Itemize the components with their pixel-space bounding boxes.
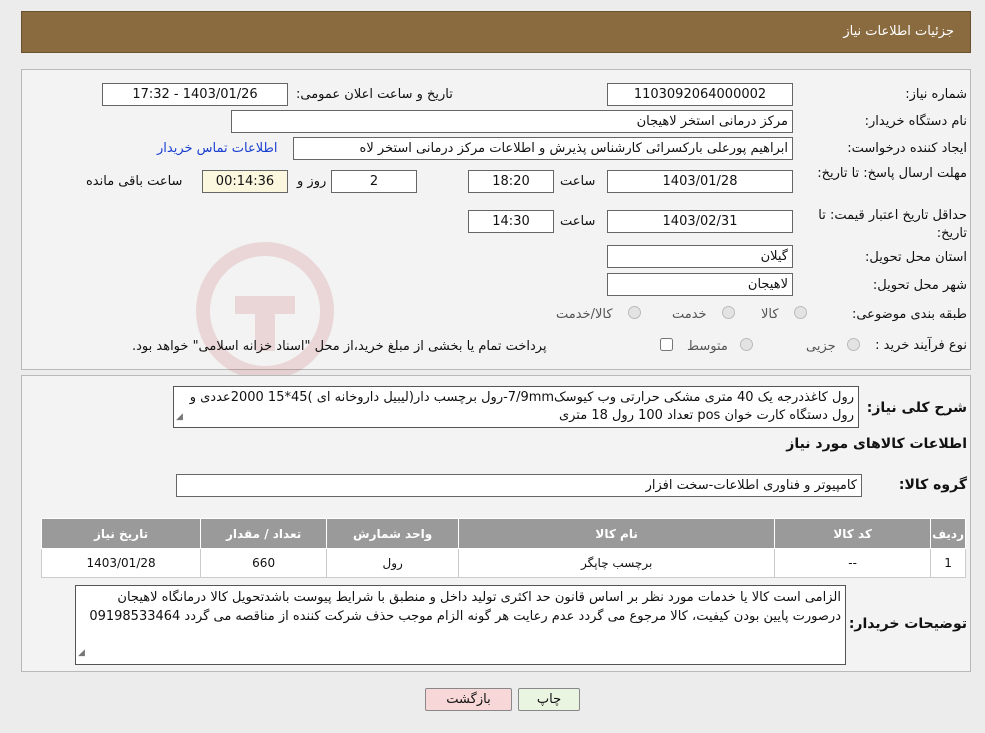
table-row: 1 -- برچسب چاپگر رول 660 1403/01/28	[40, 548, 966, 578]
cell-unit: رول	[326, 548, 460, 578]
goods-table: ردیف کد کالا نام کالا واحد شمارش تعداد /…	[40, 518, 966, 578]
need-number-field: 1103092064000002	[607, 83, 793, 106]
deadline-label: مهلت ارسال پاسخ: تا تاریخ:	[817, 166, 967, 181]
province-field: گیلان	[607, 245, 793, 268]
goods-group-field: کامپیوتر و فناوری اطلاعات-سخت افزار	[176, 474, 862, 497]
cell-row: 1	[930, 548, 966, 578]
city-field: لاهیجان	[607, 273, 793, 296]
city-label: شهر محل تحویل:	[872, 278, 967, 293]
validity-date-field: 1403/02/31	[607, 210, 793, 233]
creator-label: ایجاد کننده درخواست:	[847, 141, 967, 156]
category-label: طبقه بندی موضوعی:	[851, 307, 967, 322]
cell-need-date: 1403/01/28	[40, 548, 202, 578]
cell-quantity: 660	[200, 548, 328, 578]
col-unit: واحد شمارش	[326, 518, 460, 549]
deadline-date-field: 1403/01/28	[607, 170, 793, 193]
process-minor-label: جزیی	[806, 339, 836, 354]
remaining-label: ساعت باقی مانده	[86, 174, 183, 189]
notes-text: الزامی است کالا یا خدمات مورد نظر بر اسا…	[89, 590, 841, 624]
deadline-time-field: 18:20	[468, 170, 554, 193]
buyer-org-field: مرکز درمانی استخر لاهیجان	[231, 110, 793, 133]
treasury-note: پرداخت تمام یا بخشی از مبلغ خرید،از محل …	[132, 339, 547, 354]
goods-group-label: گروه کالا:	[898, 477, 967, 493]
category-service-label: خدمت	[672, 307, 707, 322]
description-label: شرح کلی نیاز:	[866, 400, 967, 416]
category-goods-label: کالا	[761, 307, 779, 322]
col-code: کد کالا	[774, 518, 932, 549]
description-field: رول کاغذدرجه یک 40 متری مشکی حرارتی وب ک…	[173, 386, 859, 428]
buyer-contact-link[interactable]: اطلاعات تماس خریدار	[157, 141, 277, 156]
process-minor-radio[interactable]	[847, 338, 860, 351]
category-goods-service-radio[interactable]	[628, 306, 641, 319]
category-goods-radio[interactable]	[794, 306, 807, 319]
creator-field: ابراهیم پورعلی بارکسرائی کارشناس پذیرش و…	[293, 137, 793, 160]
cell-name: برچسب چاپگر	[458, 548, 776, 578]
remaining-time-field: 00:14:36	[202, 170, 288, 193]
process-medium-radio[interactable]	[740, 338, 753, 351]
category-service-radio[interactable]	[722, 306, 735, 319]
days-label: روز و	[297, 174, 327, 189]
page-title: جزئیات اطلاعات نیاز	[843, 24, 954, 39]
need-number-label: شماره نیاز:	[905, 87, 967, 102]
process-medium-label: متوسط	[687, 339, 728, 354]
page-header: جزئیات اطلاعات نیاز	[21, 11, 971, 53]
goods-section-title: اطلاعات کالاهای مورد نیاز	[786, 436, 967, 452]
description-text: رول کاغذدرجه یک 40 متری مشکی حرارتی وب ک…	[189, 390, 854, 423]
validity-time-label: ساعت	[560, 214, 596, 229]
notes-field: الزامی است کالا یا خدمات مورد نظر بر اسا…	[75, 585, 846, 665]
announce-label: تاریخ و ساعت اعلان عمومی:	[296, 87, 453, 102]
resize-grip-icon[interactable]: ◢	[78, 644, 85, 663]
col-row: ردیف	[930, 518, 966, 549]
treasury-checkbox[interactable]	[660, 338, 673, 351]
col-need-date: تاریخ نیاز	[40, 518, 202, 549]
announce-field: 1403/01/26 - 17:32	[102, 83, 288, 106]
back-button[interactable]: بازگشت	[425, 688, 512, 711]
category-goods-service-label: کالا/خدمت	[556, 307, 613, 322]
province-label: استان محل تحویل:	[865, 250, 967, 265]
days-field: 2	[331, 170, 417, 193]
resize-grip-icon[interactable]: ◢	[176, 408, 183, 426]
validity-label: حداقل تاریخ اعتبار قیمت: تا تاریخ:	[818, 208, 967, 241]
deadline-time-label: ساعت	[560, 174, 596, 189]
goods-table-header: ردیف کد کالا نام کالا واحد شمارش تعداد /…	[40, 518, 966, 549]
notes-label: توضیحات خریدار:	[848, 616, 967, 632]
col-name: نام کالا	[458, 518, 776, 549]
process-label: نوع فرآیند خرید :	[875, 338, 967, 353]
cell-code: --	[774, 548, 932, 578]
col-quantity: تعداد / مقدار	[200, 518, 328, 549]
buyer-org-label: نام دستگاه خریدار:	[864, 114, 967, 129]
print-button[interactable]: چاپ	[518, 688, 580, 711]
validity-time-field: 14:30	[468, 210, 554, 233]
